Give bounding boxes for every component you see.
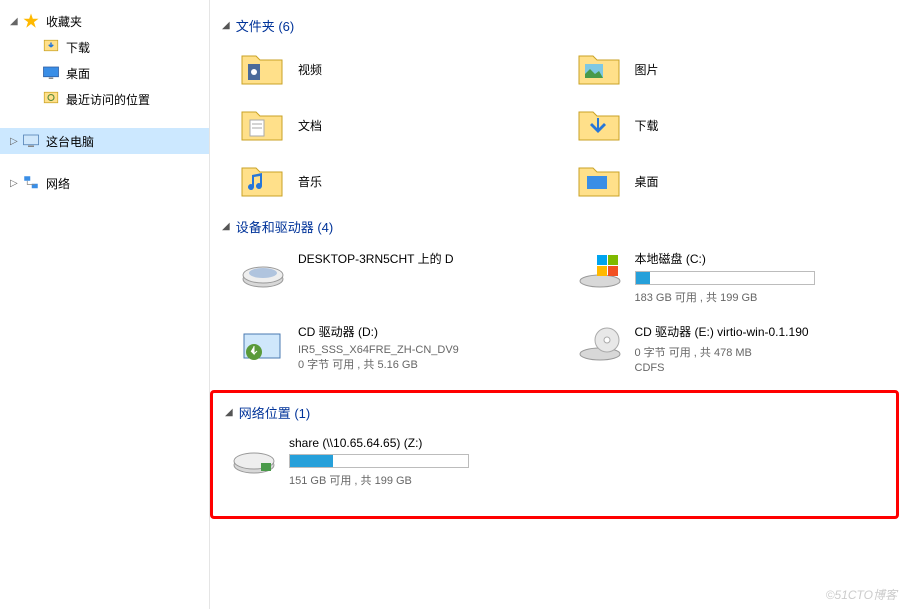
- drive-local-c[interactable]: 本地磁盘 (C:) 183 GB 可用 , 共 199 GB: [571, 246, 896, 309]
- navigation-tree: ◢ 收藏夹 下载 桌面 最近访问的位置 ▷ 这台电脑 ▷: [0, 0, 210, 609]
- folder-desktop-icon: [575, 161, 623, 201]
- tree-label: 桌面: [66, 65, 90, 82]
- drive-status: 183 GB 可用 , 共 199 GB: [635, 289, 892, 305]
- folder-downloads[interactable]: 下载: [571, 101, 896, 149]
- folder-label: 文档: [298, 117, 322, 134]
- network-drive-z[interactable]: share (\\10.65.64.65) (Z:) 151 GB 可用 , 共…: [225, 432, 868, 492]
- expand-arrow-icon: ▷: [10, 136, 22, 147]
- main-content: ◢ 文件夹 (6) 视频 图片 文档 下载: [210, 0, 907, 609]
- folder-label: 图片: [635, 61, 659, 78]
- drive-name: CD 驱动器 (D:): [298, 323, 555, 340]
- tree-label: 最近访问的位置: [66, 91, 150, 108]
- drive-status: 0 字节 可用 , 共 478 MB: [635, 344, 892, 360]
- collapse-arrow-icon: ◢: [225, 407, 233, 418]
- drive-name: DESKTOP-3RN5CHT 上的 D: [298, 250, 555, 267]
- tree-label: 网络: [46, 175, 70, 192]
- section-title: 网络位置 (1): [239, 403, 311, 422]
- drive-cd-d[interactable]: CD 驱动器 (D:) IR5_SSS_X64FRE_ZH-CN_DV9 0 字…: [234, 319, 559, 378]
- tree-downloads[interactable]: 下载: [0, 34, 209, 60]
- section-title: 文件夹 (6): [236, 16, 295, 35]
- network-icon: [22, 174, 40, 192]
- collapse-arrow-icon: ◢: [222, 221, 230, 232]
- drive-name: share (\\10.65.64.65) (Z:): [289, 436, 864, 450]
- folder-desktop[interactable]: 桌面: [571, 157, 896, 205]
- tree-desktop[interactable]: 桌面: [0, 60, 209, 86]
- folder-music[interactable]: 音乐: [234, 157, 559, 205]
- highlighted-section: ◢ 网络位置 (1) share (\\10.65.64.65) (Z:) 15…: [210, 390, 899, 519]
- tree-label: 这台电脑: [46, 133, 94, 150]
- drive-name: 本地磁盘 (C:): [635, 250, 892, 267]
- section-header-netloc[interactable]: ◢ 网络位置 (1): [225, 403, 868, 422]
- tree-favorites[interactable]: ◢ 收藏夹: [0, 8, 209, 34]
- folder-music-icon: [238, 161, 286, 201]
- folder-documents-icon: [238, 105, 286, 145]
- folder-pictures[interactable]: 图片: [571, 45, 896, 93]
- drive-cd-e[interactable]: CD 驱动器 (E:) virtio-win-0.1.190 0 字节 可用 ,…: [571, 319, 896, 378]
- collapse-arrow-icon: ◢: [222, 20, 230, 31]
- drive-status: 0 字节 可用 , 共 5.16 GB: [298, 356, 555, 372]
- folder-downloads-icon: [575, 105, 623, 145]
- folder-label: 视频: [298, 61, 322, 78]
- computer-icon: [22, 132, 40, 150]
- folder-documents[interactable]: 文档: [234, 101, 559, 149]
- drive-remote-d[interactable]: DESKTOP-3RN5CHT 上的 D: [234, 246, 559, 309]
- section-header-devices[interactable]: ◢ 设备和驱动器 (4): [222, 217, 895, 236]
- drive-status: 151 GB 可用 , 共 199 GB: [289, 472, 864, 488]
- recent-icon: [42, 90, 60, 108]
- drive-windows-icon: [575, 250, 625, 292]
- desktop-icon: [42, 64, 60, 82]
- tree-label: 收藏夹: [46, 13, 82, 30]
- folder-videos-icon: [238, 49, 286, 89]
- network-drives-grid: share (\\10.65.64.65) (Z:) 151 GB 可用 , 共…: [225, 432, 868, 492]
- tree-recent[interactable]: 最近访问的位置: [0, 86, 209, 112]
- star-icon: [22, 12, 40, 30]
- folder-videos[interactable]: 视频: [234, 45, 559, 93]
- collapse-arrow-icon: ◢: [10, 16, 22, 27]
- expand-arrow-icon: ▷: [10, 178, 22, 189]
- drives-grid: DESKTOP-3RN5CHT 上的 D 本地磁盘 (C:) 183 GB 可用…: [234, 246, 895, 378]
- tree-thispc[interactable]: ▷ 这台电脑: [0, 128, 209, 154]
- section-title: 设备和驱动器 (4): [236, 217, 334, 236]
- drive-disc-icon: [575, 323, 625, 365]
- section-header-folders[interactable]: ◢ 文件夹 (6): [222, 16, 895, 35]
- drive-filesystem: CDFS: [635, 362, 892, 374]
- drive-name: CD 驱动器 (E:) virtio-win-0.1.190: [635, 323, 892, 340]
- folder-label: 音乐: [298, 173, 322, 190]
- tree-network[interactable]: ▷ 网络: [0, 170, 209, 196]
- downloads-icon: [42, 38, 60, 56]
- drive-subtitle: IR5_SSS_X64FRE_ZH-CN_DV9: [298, 344, 555, 356]
- drive-cd-icon: [238, 323, 288, 365]
- folders-grid: 视频 图片 文档 下载 音乐: [234, 45, 895, 205]
- drive-icon: [238, 250, 288, 292]
- tree-label: 下载: [66, 39, 90, 56]
- folder-pictures-icon: [575, 49, 623, 89]
- watermark: ©51CTO博客: [826, 586, 897, 603]
- drive-usage-bar: [289, 454, 469, 468]
- folder-label: 桌面: [635, 173, 659, 190]
- folder-label: 下载: [635, 117, 659, 134]
- drive-usage-bar: [635, 271, 815, 285]
- network-drive-icon: [229, 436, 279, 478]
